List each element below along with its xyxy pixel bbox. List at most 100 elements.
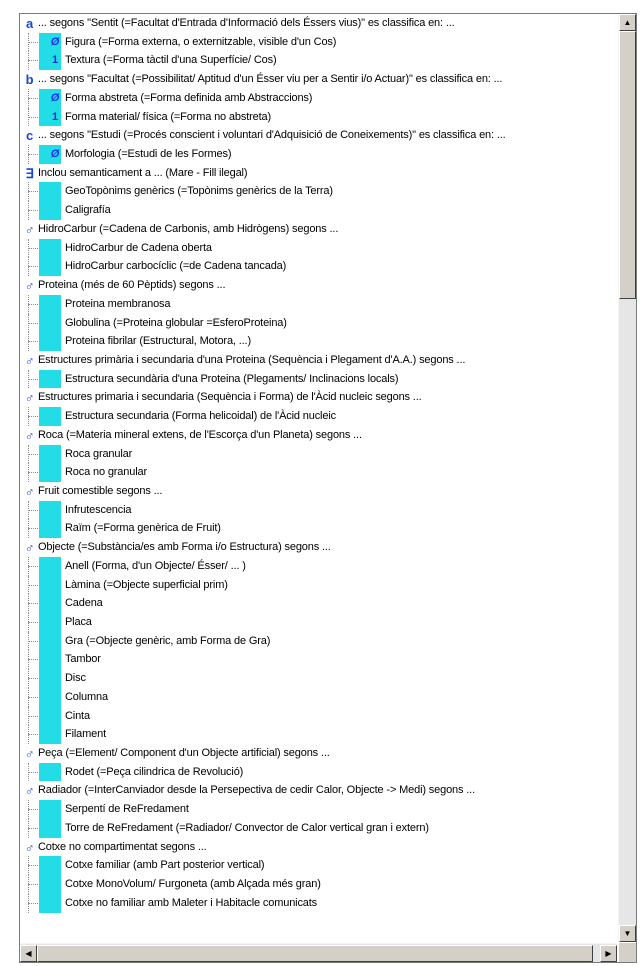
tree-child-item[interactable]: Proteina membranosa [20, 294, 617, 314]
tree-child-item[interactable]: Serpentí de ReFredament [20, 800, 617, 819]
tree-node[interactable]: ♂ Estructures primària i secundaria d'una… [20, 351, 617, 370]
tree-child-item[interactable]: HidroCarbur carbocíclic (=de Cadena tanc… [20, 257, 617, 277]
tree-child-item[interactable]: Làmina (=Objecte superficial prim) [20, 575, 617, 595]
tree-child-item[interactable]: Roca no granular [20, 463, 617, 482]
empty-set-icon: Ø [50, 148, 60, 161]
tree-child-item[interactable]: Ø Figura (=Forma externa, o externitzable… [20, 32, 617, 52]
tree-node[interactable]: ♂ Roca (=Materia mineral extens, de l'Esc… [20, 426, 617, 445]
tree-child-item[interactable]: Estructura secundària d'una Proteina (Pl… [20, 369, 617, 389]
tree-item-label: Forma abstreta (=Forma definida amb Abst… [65, 91, 313, 104]
tree-item-label: Estructura secundària d'una Proteina (Pl… [65, 372, 399, 385]
tree-item-label: Proteina membranosa [65, 297, 171, 310]
tree-child-item[interactable]: Ø Morfologia (=Estudi de les Formes) [20, 145, 617, 164]
vertical-scroll-thumb[interactable] [619, 31, 636, 299]
horizontal-scrollbar[interactable]: ◀ ▶ [20, 943, 617, 962]
tree-child-item[interactable]: Filament [20, 725, 617, 745]
tree-node[interactable]: a ... segons "Sentit (=Facultat d'Entrada… [20, 14, 617, 33]
tree-child-item[interactable]: Cotxe MonoVolum/ Furgoneta (amb Alçada m… [20, 875, 617, 894]
horizontal-scroll-thumb[interactable] [37, 945, 593, 962]
tree-child-item[interactable]: Rodet (=Peça cilindrica de Revolució) [20, 762, 617, 782]
tree-item-label: Cotxe MonoVolum/ Furgoneta (amb Alçada m… [65, 878, 321, 891]
tree-child-item[interactable]: Anell (Forma, d'un Objecte/ Ésser/ ... ) [20, 556, 617, 576]
scrollbar-corner [619, 943, 636, 962]
tree-child-item[interactable]: GeoTopònims genèrics (=Topònims genèrics… [20, 182, 617, 202]
tree-child-item[interactable]: 1 Textura (=Forma tàctil d'una Superfície… [20, 51, 617, 71]
item-accent-bar [39, 800, 61, 819]
scroll-down-button[interactable]: ▼ [619, 925, 636, 942]
tree-item-label: ... segons "Sentit (=Facultat d'Entrada … [38, 17, 455, 29]
tree-node[interactable]: ♂ Peça (=Element/ Component d'un Objecte … [20, 744, 617, 763]
tree-child-item[interactable]: Proteina fibrilar (Estructural, Motora, … [20, 332, 617, 351]
item-accent-bar [39, 313, 61, 333]
tree-node[interactable]: ♂ Estructures primaria i secundaria (Sequ… [20, 388, 617, 407]
tree-child-item[interactable]: Estructura secundaria (Forma helicoidal)… [20, 407, 617, 426]
item-accent-bar [39, 201, 61, 220]
tree-child-item[interactable]: HidroCarbur de Cadena oberta [20, 238, 617, 258]
exists-icon: ∃ [25, 165, 34, 181]
tree-node[interactable]: ♂ Objecte (=Substància/es amb Forma i/o E… [20, 538, 617, 557]
tree-item-label: Figura (=Forma externa, o externitzable,… [65, 35, 337, 48]
tree-child-item[interactable]: Cotxe familiar (amb Part posterior verti… [20, 856, 617, 876]
tree-item-label: Globulina (=Proteina globular =EsferoPro… [65, 316, 287, 329]
tree-child-item[interactable]: Caligrafía [20, 201, 617, 220]
tree-child-item[interactable]: Gra (=Objecte genèric, amb Forma de Gra) [20, 631, 617, 651]
tree-item-label: HidroCarbur de Cadena oberta [65, 241, 212, 254]
item-accent-bar [39, 594, 61, 613]
item-accent-bar [39, 613, 61, 632]
male-symbol-icon: ♂ [24, 746, 35, 762]
tree-item-label: ... segons "Facultat (=Possibilitat/ Apt… [38, 73, 503, 86]
scroll-right-button[interactable]: ▶ [600, 945, 617, 962]
tree-node[interactable]: ♂ Cotxe no compartimentat segons ... [20, 838, 617, 857]
letter-b-icon: b [25, 72, 34, 88]
item-accent-bar [39, 500, 61, 520]
tree-item-label: Estructura secundaria (Forma helicoidal)… [65, 410, 336, 423]
male-symbol-icon: ♂ [24, 839, 35, 855]
item-accent-bar [39, 519, 61, 539]
tree-child-item[interactable]: 1 Forma material/ física (=Forma no abstr… [20, 107, 617, 127]
tree-item-label: Cotxe no compartimentat segons ... [38, 840, 207, 853]
tree-child-item[interactable]: Placa [20, 613, 617, 632]
tree-child-item[interactable]: Roca granular [20, 444, 617, 464]
scroll-up-button[interactable]: ▲ [619, 14, 636, 31]
tree-item-label: Disc [65, 672, 86, 685]
vertical-scrollbar[interactable]: ▲ ▼ [618, 14, 636, 942]
male-symbol-icon: ♂ [24, 278, 35, 294]
tree-child-item[interactable]: Infrutescencia [20, 500, 617, 520]
item-accent-bar [39, 669, 61, 688]
tree-node[interactable]: ♂ HidroCarbur (=Cadena de Carbonis, amb H… [20, 220, 617, 239]
tree-child-item[interactable]: Cotxe no familiar amb Maleter i Habitacl… [20, 893, 617, 913]
number-one-icon: 1 [52, 110, 58, 123]
tree-node[interactable]: ♂ Fruit comestible segons ... [20, 482, 617, 501]
tree-child-item[interactable]: Columna [20, 687, 617, 707]
tree-item-label: Radiador (=InterCanviador desde la Perse… [38, 784, 475, 797]
tree-item-label: Raïm (=Forma genèrica de Fruit) [65, 522, 221, 535]
tree-child-item[interactable]: Ø Forma abstreta (=Forma definida amb Abs… [20, 88, 617, 108]
tree-node[interactable]: ♂ Proteina (més de 60 Pèptids) segons ... [20, 276, 617, 295]
tree-node[interactable]: c ... segons "Estudi (=Procés conscient i… [20, 126, 617, 145]
tree-item-label: Cotxe familiar (amb Part posterior verti… [65, 859, 265, 872]
scroll-left-button[interactable]: ◀ [20, 945, 37, 962]
item-accent-bar [39, 407, 61, 426]
male-symbol-icon: ♂ [24, 540, 35, 556]
tree-item-label: Serpentí de ReFredament [65, 803, 189, 816]
tree-child-item[interactable]: Cadena [20, 594, 617, 613]
tree-item-label: Infrutescencia [65, 503, 132, 516]
tree-item-label: Torre de ReFredament (=Radiador/ Convect… [65, 821, 429, 834]
tree-item-label: GeoTopònims genèrics (=Topònims genèrics… [65, 185, 333, 198]
tree-child-item[interactable]: Cinta [20, 706, 617, 726]
tree-child-item[interactable]: Globulina (=Proteina globular =EsferoPro… [20, 313, 617, 333]
item-accent-bar [39, 875, 61, 894]
tree-child-item[interactable]: Disc [20, 669, 617, 688]
item-accent-bar [39, 463, 61, 482]
tree-node[interactable]: b ... segons "Facultat (=Possibilitat/ Ap… [20, 70, 617, 89]
tree-child-item[interactable]: Raïm (=Forma genèrica de Fruit) [20, 519, 617, 539]
tree-item-label: Fruit comestible segons ... [38, 484, 163, 497]
tree-list: a ... segons "Sentit (=Facultat d'Entrada… [20, 14, 617, 942]
tree-node[interactable]: ∃ Inclou semanticament a ... (Mare - Fill… [20, 164, 617, 183]
tree-item-label: Filament [65, 728, 106, 741]
male-symbol-icon: ♂ [24, 352, 35, 368]
tree-child-item[interactable]: Tambor [20, 650, 617, 670]
tree-item-label: Tambor [65, 653, 101, 666]
tree-node[interactable]: ♂ Radiador (=InterCanviador desde la Pers… [20, 781, 617, 800]
tree-child-item[interactable]: Torre de ReFredament (=Radiador/ Convect… [20, 818, 617, 838]
